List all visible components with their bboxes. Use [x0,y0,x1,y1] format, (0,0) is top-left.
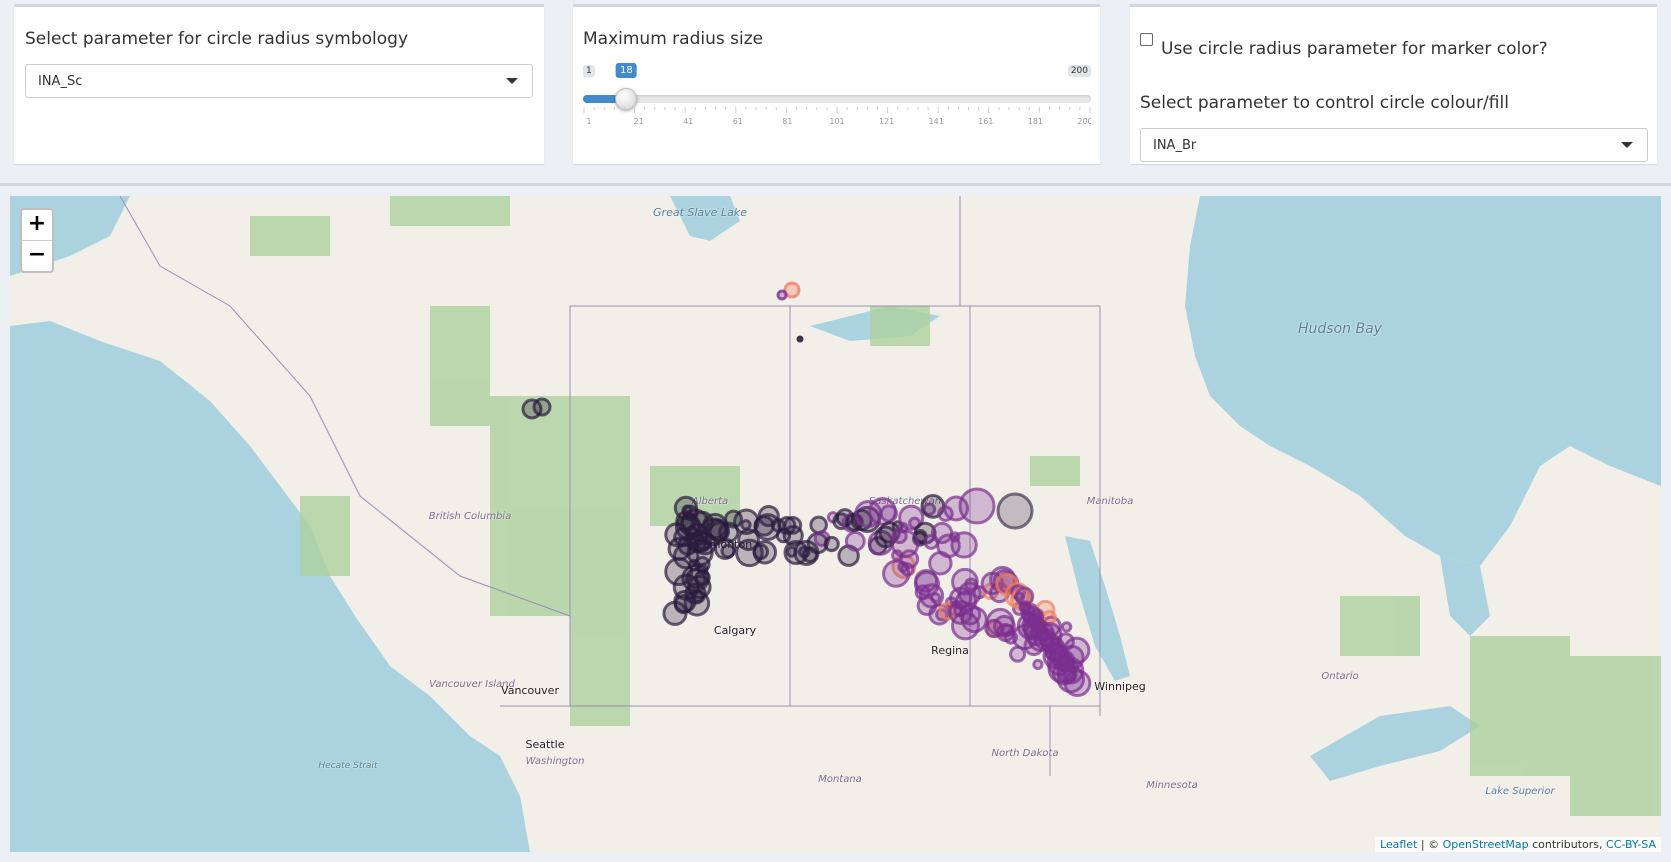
use-radius-color-checkbox[interactable] [1140,33,1153,46]
radius-param-panel: Select parameter for circle radius symbo… [14,4,544,164]
slider-track[interactable] [583,95,1091,103]
circle-marker[interactable] [1063,669,1092,697]
slider-tick-label: 81 [782,117,792,126]
color-param-label: Select parameter to control circle colou… [1140,93,1509,113]
circle-marker[interactable] [796,335,804,343]
circle-marker[interactable] [996,492,1034,530]
circle-marker[interactable] [899,549,920,569]
slider-tick-label: 161 [978,117,993,126]
circle-marker[interactable] [929,592,942,604]
chevron-down-icon [506,78,518,84]
slider-tick-label: 1 [586,117,591,126]
circle-marker[interactable] [960,606,988,634]
color-panel: Use circle radius parameter for marker c… [1130,4,1657,164]
circle-marker[interactable] [823,535,840,553]
slider-min-label: 1 [583,65,595,77]
circle-markers[interactable] [10,196,1661,852]
circle-marker[interactable] [879,504,898,523]
circle-marker[interactable] [1014,591,1026,603]
slider-max-label: 200 [1067,65,1091,77]
circle-marker[interactable] [844,530,866,552]
max-radius-panel: Maximum radius size 1 200 18 1 21 41 61 81 10… [573,4,1100,164]
max-radius-label: Maximum radius size [583,29,764,49]
zoom-out-button[interactable]: − [22,241,52,271]
color-param-select[interactable]: INA_Br [1140,128,1648,162]
max-radius-slider[interactable]: 1 200 18 1 21 41 61 81 101 121 141 161 181 200 [583,59,1091,126]
section-divider [0,183,1671,186]
circle-marker[interactable] [958,487,996,525]
leaflet-map[interactable]: Great Slave Lake Hudson Bay Hecate Strait L… [10,196,1661,852]
use-radius-color-label[interactable]: Use circle radius parameter for marker c… [1161,39,1548,59]
radius-param-value: INA_Sc [38,74,83,89]
slider-tick-label: 181 [1028,117,1043,126]
slider-tick-label: 200 [1077,117,1091,126]
circle-marker[interactable] [1060,621,1073,633]
slider-value-label: 18 [616,63,637,78]
osm-link[interactable]: OpenStreetMap [1443,838,1529,851]
zoom-in-button[interactable]: + [22,210,52,241]
radius-param-select[interactable]: INA_Sc [25,64,533,98]
circle-marker[interactable] [950,531,978,559]
chevron-down-icon [1621,142,1633,148]
attr-contrib: contributors, [1528,838,1607,851]
circle-marker[interactable] [532,397,552,417]
slider-grid: 1 21 41 61 81 101 121 141 161 181 200 [583,107,1091,126]
color-param-value: INA_Br [1153,138,1197,153]
slider-tick-label: 41 [683,117,693,126]
zoom-control: + − [20,208,54,273]
circle-marker[interactable] [776,289,788,301]
radius-param-label: Select parameter for circle radius symbo… [25,29,408,49]
circle-marker[interactable] [1032,658,1044,671]
slider-tick-label: 61 [733,117,743,126]
map-attribution: Leaflet | © OpenStreetMap contributors, … [1374,837,1661,852]
circle-marker[interactable] [1009,645,1027,663]
slider-tick-label: 141 [929,117,944,126]
slider-tick-label: 21 [634,117,644,126]
circle-marker[interactable] [928,551,953,576]
license-link[interactable]: CC-BY-SA [1606,838,1656,851]
leaflet-link[interactable]: Leaflet [1380,838,1417,851]
attr-sep: | © [1417,838,1443,851]
slider-tick-label: 121 [879,117,894,126]
circle-marker[interactable] [809,515,828,535]
circle-marker[interactable] [752,540,778,565]
slider-tick-label: 101 [829,117,844,126]
